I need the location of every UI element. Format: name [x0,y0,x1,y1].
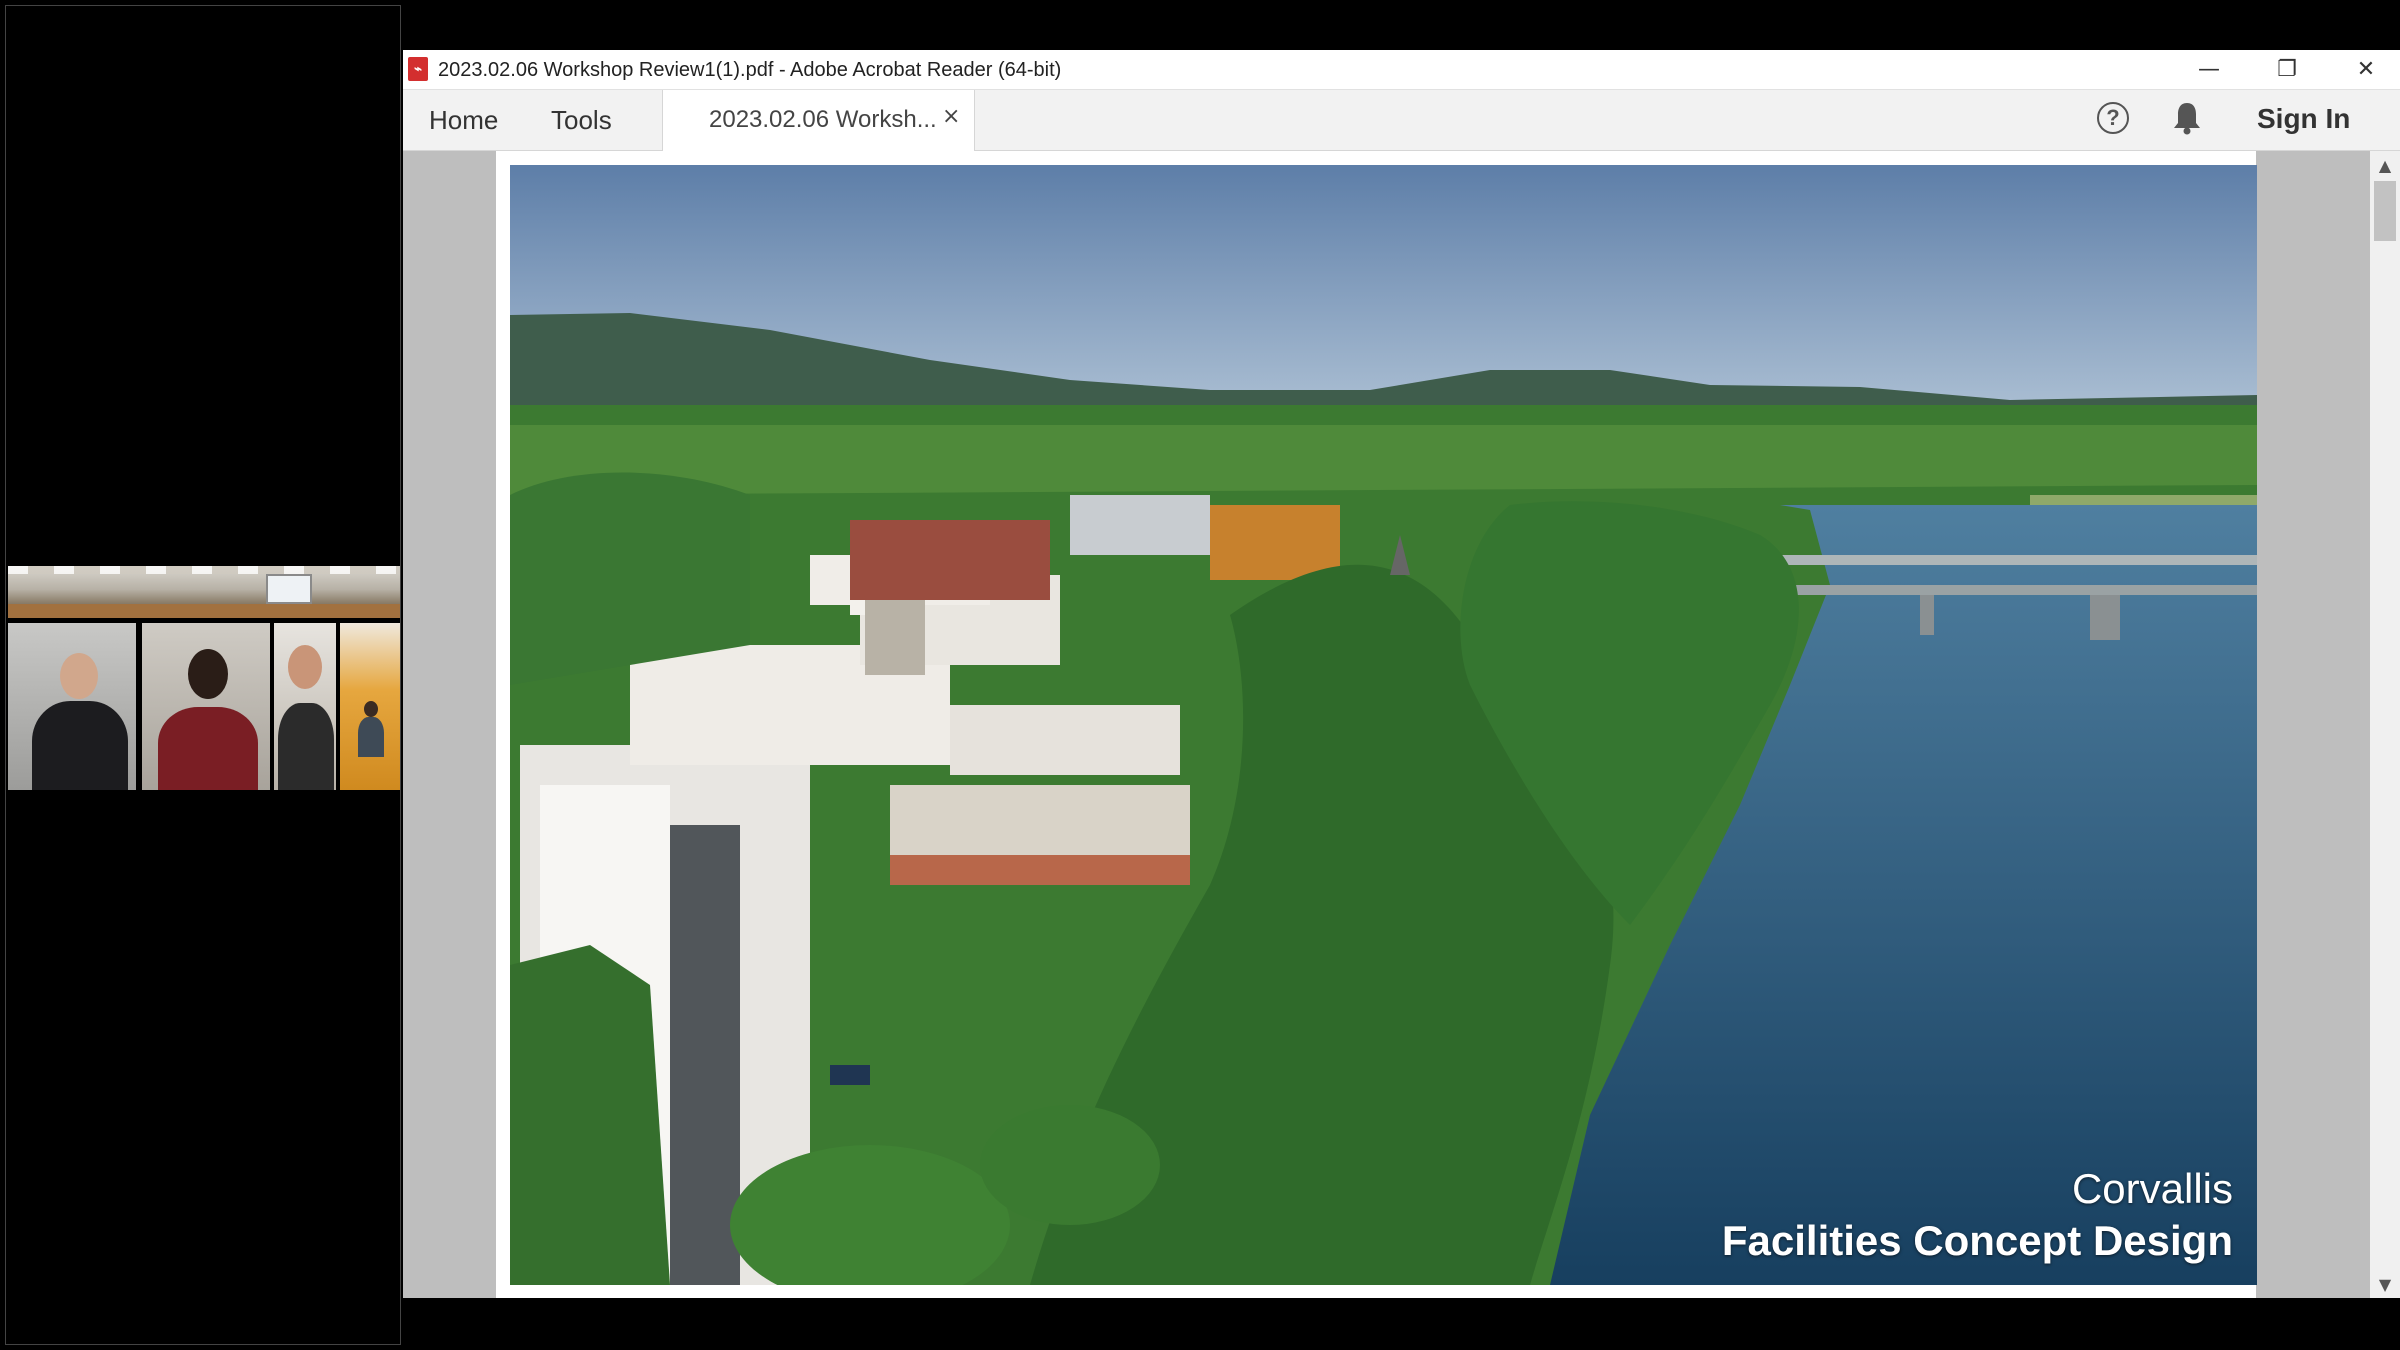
participant-tile-1[interactable] [8,623,136,790]
aerial-city-photo [510,165,2257,1285]
participant-body [32,701,128,790]
participant-head [60,653,98,699]
restore-button[interactable]: ❐ [2252,50,2322,89]
title-bar[interactable]: ⌁ 2023.02.06 Workshop Review1(1).pdf - A… [403,50,2400,90]
participant-head [364,701,378,717]
help-icon[interactable]: ? [2097,102,2129,134]
video-conference-panel [5,5,401,1345]
vertical-scrollbar[interactable]: ▲ ▼ [2370,151,2400,1298]
participant-body [278,703,334,790]
tab-tools[interactable]: Tools [551,90,612,150]
room-camera-feed[interactable] [8,566,400,618]
document-viewport[interactable]: Corvallis Facilities Concept Design [403,151,2370,1298]
scroll-thumb[interactable] [2374,181,2396,241]
minimize-button[interactable]: — [2174,50,2244,89]
sign-in-button[interactable]: Sign In [2257,103,2350,135]
slide-title: Facilities Concept Design [1721,1217,2233,1264]
room-ceiling-lights [8,566,400,574]
scroll-up-arrow-icon[interactable]: ▲ [2370,151,2400,179]
participant-head [188,649,228,699]
room-table [8,604,400,618]
participant-head [288,645,322,689]
pdf-app-icon: ⌁ [408,57,428,81]
close-window-button[interactable]: ✕ [2331,50,2400,89]
window-title: 2023.02.06 Workshop Review1(1).pdf - Ado… [438,59,1062,81]
tab-home[interactable]: Home [429,90,498,150]
participant-body [358,717,384,757]
room-projection-screen [266,574,312,604]
scroll-down-arrow-icon[interactable]: ▼ [2370,1270,2400,1298]
participant-tile-4[interactable] [340,623,400,790]
tab-document[interactable]: 2023.02.06 Worksh... × [662,90,975,151]
document-tab-label: 2023.02.06 Worksh... [709,106,937,133]
close-tab-icon[interactable]: × [942,104,960,129]
participant-body [158,707,258,790]
bell-icon[interactable] [2171,100,2203,136]
cover-slide: Corvallis Facilities Concept Design [510,165,2257,1285]
pdf-page: Corvallis Facilities Concept Design [496,151,2257,1298]
participant-tile-2[interactable] [142,623,270,790]
slide-subtitle: Corvallis [2071,1165,2233,1212]
tab-bar: Home Tools 2023.02.06 Worksh... × ? Sign… [403,90,2400,151]
participant-tile-3[interactable] [274,623,336,790]
acrobat-reader-window: ⌁ 2023.02.06 Workshop Review1(1).pdf - A… [403,50,2400,1298]
